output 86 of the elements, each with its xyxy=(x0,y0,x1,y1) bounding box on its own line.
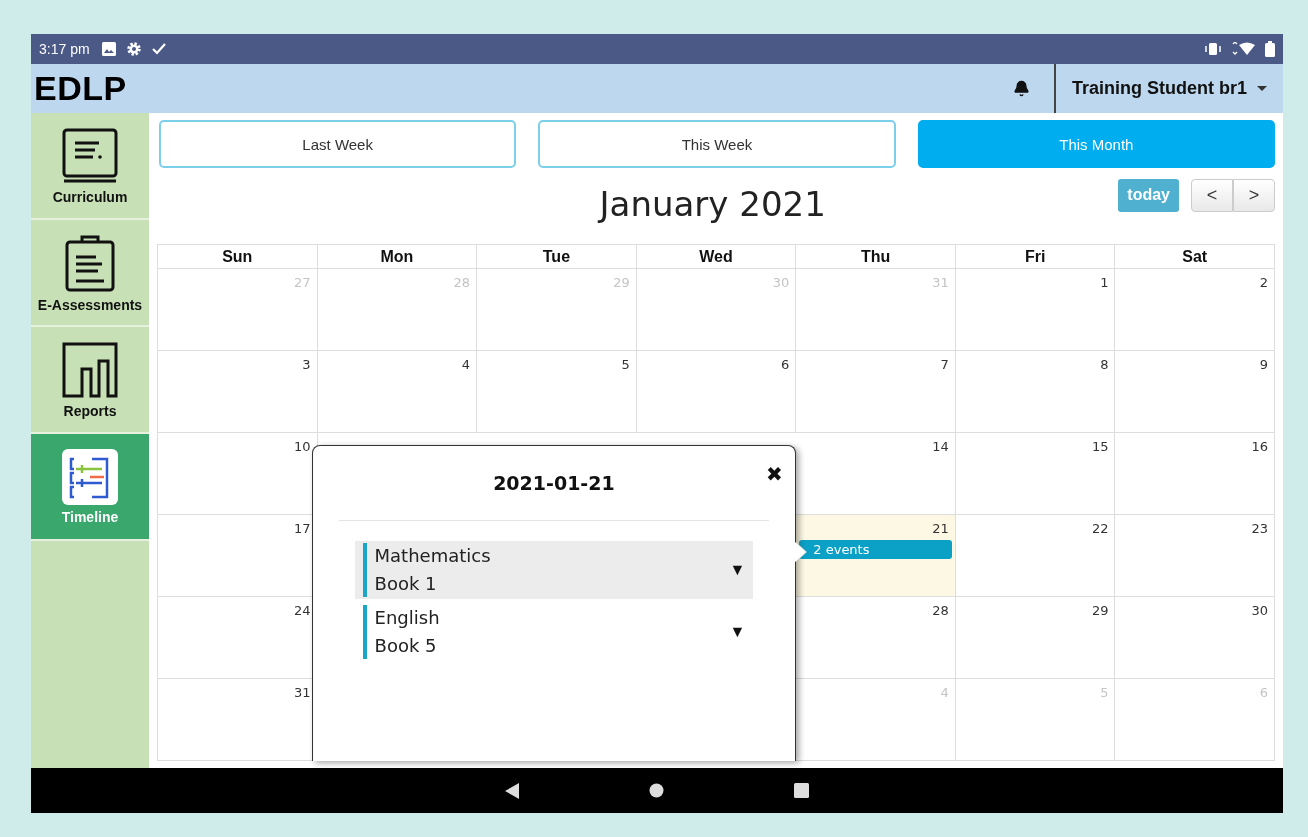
day-cell[interactable]: 2 xyxy=(1115,269,1275,351)
day-number: 15 xyxy=(1091,438,1110,454)
caret-icon xyxy=(1257,85,1267,92)
sidebar-label: E-Assessments xyxy=(37,296,143,313)
wifi-icon xyxy=(1231,42,1255,56)
day-number: 28 xyxy=(453,274,472,290)
subject-name: English xyxy=(374,606,441,630)
check-icon xyxy=(151,43,166,55)
day-number: 27 xyxy=(294,274,312,290)
chart-icon xyxy=(61,340,119,399)
day-cell[interactable]: 1 xyxy=(955,269,1116,351)
day-number: 4 xyxy=(940,684,950,700)
day-cell[interactable]: 22 xyxy=(955,515,1116,597)
day-cell[interactable]: 9 xyxy=(1115,351,1275,433)
vibrate-icon xyxy=(1205,43,1221,55)
day-number: 2 xyxy=(1259,274,1269,290)
day-number: 16 xyxy=(1251,438,1269,454)
day-number: 31 xyxy=(294,684,312,700)
settings-icon xyxy=(125,41,142,57)
image-icon xyxy=(101,42,116,56)
day-number: 17 xyxy=(294,520,312,536)
expand-toggle[interactable]: ▼ xyxy=(729,561,746,579)
day-number: 5 xyxy=(621,356,631,372)
day-cell[interactable]: 7 xyxy=(796,351,956,433)
app-logo: EDLP xyxy=(33,69,127,108)
day-number: 10 xyxy=(294,438,312,454)
day-number: 9 xyxy=(1259,356,1269,372)
day-cell[interactable]: 30 xyxy=(1115,597,1275,679)
day-number: 22 xyxy=(1091,520,1110,536)
day-cell[interactable]: 3 xyxy=(158,351,318,433)
event-item[interactable]: English Book 5 ▼ xyxy=(354,603,754,661)
day-number: 7 xyxy=(940,356,950,372)
day-cell[interactable]: 10 xyxy=(158,433,318,515)
day-number: 24 xyxy=(294,602,312,618)
day-cell[interactable]: 4 xyxy=(317,351,478,433)
day-number: 5 xyxy=(1100,684,1110,700)
document-icon xyxy=(61,126,119,185)
home-icon[interactable] xyxy=(649,783,664,798)
day-cell[interactable]: 16 xyxy=(1115,433,1275,515)
back-icon[interactable] xyxy=(505,782,519,799)
sidebar-label: Reports xyxy=(63,402,117,419)
event-marker xyxy=(362,543,367,597)
notification-bell-icon[interactable] xyxy=(1013,80,1030,97)
day-number: 1 xyxy=(1100,274,1110,290)
sidebar-label: Curriculum xyxy=(52,188,128,205)
range-tab[interactable]: Last Week xyxy=(159,120,517,168)
day-number: 30 xyxy=(772,274,791,290)
day-number: 28 xyxy=(932,602,950,618)
close-button[interactable]: ✖ xyxy=(764,460,786,488)
sidebar-label: Timeline xyxy=(61,508,119,525)
book-name: Book 1 xyxy=(374,572,438,596)
subject-name: Mathematics xyxy=(374,544,492,568)
day-cell[interactable]: 28 xyxy=(796,597,956,679)
timeline-icon xyxy=(62,448,118,505)
battery-icon xyxy=(1265,41,1275,57)
event-marker xyxy=(362,605,367,659)
day-number: 8 xyxy=(1100,356,1110,372)
day-number: 21 xyxy=(932,520,950,536)
day-cell[interactable]: 8 xyxy=(955,351,1116,433)
day-cell[interactable]: 23 xyxy=(1115,515,1275,597)
day-number: 29 xyxy=(613,274,631,290)
day-number: 23 xyxy=(1251,520,1269,536)
day-cell[interactable]: 5 xyxy=(477,351,637,433)
clock-time: 3:17 pm xyxy=(39,41,90,57)
next-button[interactable]: > xyxy=(1233,178,1275,212)
day-number: 30 xyxy=(1251,602,1269,618)
day-cell[interactable]: 14 xyxy=(796,433,956,515)
day-number: 6 xyxy=(781,356,791,372)
previous-button[interactable]: < xyxy=(1191,178,1233,212)
user-menu[interactable]: Training Student br1 xyxy=(1054,64,1283,113)
today-cell[interactable]: 21 2 events xyxy=(796,515,956,597)
day-number: 3 xyxy=(302,356,312,372)
day-cell[interactable]: 15 xyxy=(955,433,1116,515)
expand-toggle[interactable]: ▼ xyxy=(729,623,746,641)
event-item[interactable]: Mathematics Book 1 ▼ xyxy=(354,541,754,599)
month-title: January 2021 xyxy=(599,184,826,224)
day-number: 4 xyxy=(461,356,472,372)
day-number: 31 xyxy=(932,274,950,290)
book-name: Book 5 xyxy=(374,634,438,658)
day-number: 29 xyxy=(1091,602,1110,618)
day-cell[interactable]: 29 xyxy=(955,597,1116,679)
range-tab[interactable]: This Week xyxy=(538,120,896,168)
day-cell[interactable]: 6 xyxy=(636,351,797,433)
day-number: 6 xyxy=(1259,684,1269,700)
day-number: 14 xyxy=(932,438,950,454)
popover-date: 2021-01-21 xyxy=(493,472,615,494)
